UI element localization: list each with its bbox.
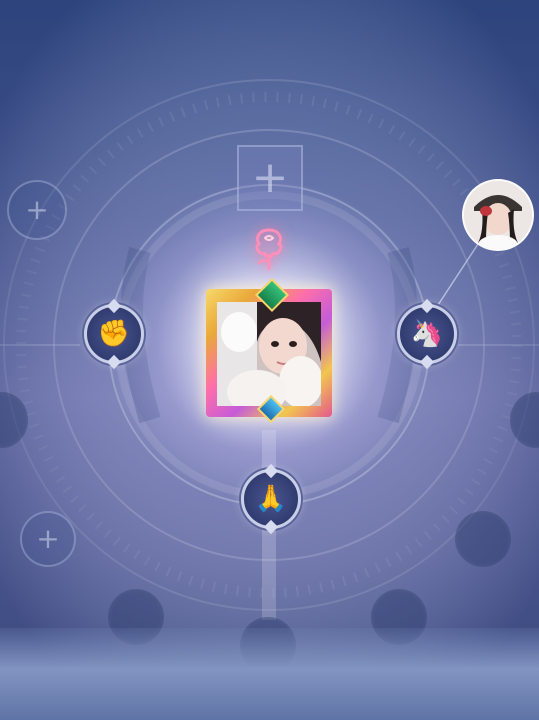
relation-badge-fist-bump[interactable]: ✊: [84, 304, 144, 364]
plus-icon: +: [36, 522, 60, 555]
plus-icon: +: [251, 152, 289, 203]
bottom-landscape: [0, 628, 539, 720]
add-slot-top-button[interactable]: +: [237, 145, 303, 211]
empty-slot-bottom-far-right[interactable]: [455, 511, 511, 567]
rose-icon[interactable]: [245, 222, 293, 276]
relation-badge-praying-hands[interactable]: 🙏: [241, 469, 301, 529]
avatar-portrait-graphic: [217, 302, 321, 406]
main-avatar-frame[interactable]: [206, 278, 332, 424]
friend-portrait-graphic: [464, 181, 532, 249]
friend-avatar[interactable]: [462, 179, 534, 251]
fist-bump-icon: ✊: [97, 319, 131, 349]
rose-icon-graphic: [255, 228, 283, 270]
plus-icon: +: [25, 193, 49, 226]
relation-badge-unicorn[interactable]: 🦄: [397, 304, 457, 364]
praying-hands-icon: 🙏: [254, 484, 288, 514]
add-slot-top-left-button[interactable]: +: [7, 180, 67, 240]
main-avatar-photo: [217, 302, 321, 406]
unicorn-icon: 🦄: [410, 319, 444, 349]
add-slot-mid-left-button[interactable]: +: [20, 511, 76, 567]
